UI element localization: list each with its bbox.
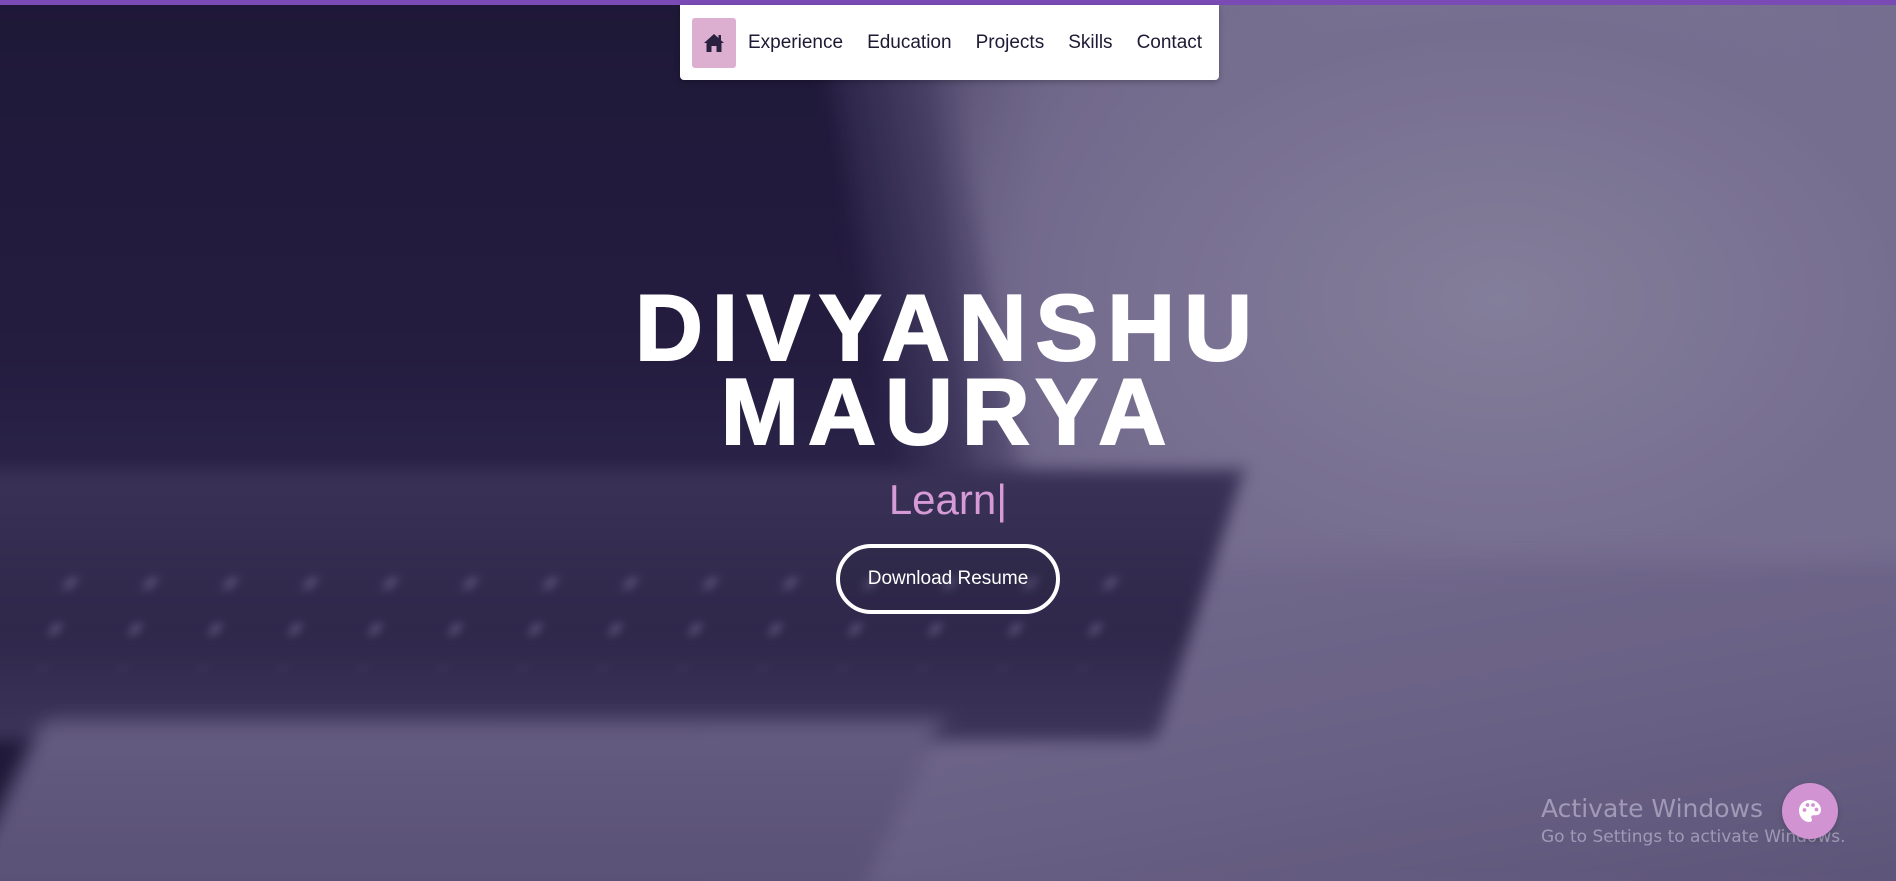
theme-toggle-button[interactable] — [1782, 783, 1838, 839]
hero-name-last: MAURYA — [720, 359, 1176, 464]
nav-link-contact[interactable]: Contact — [1137, 32, 1202, 54]
home-button[interactable] — [692, 17, 736, 68]
home-icon — [704, 33, 724, 52]
typed-role-text: Learn| — [0, 476, 1896, 524]
palette-icon — [1799, 800, 1821, 822]
typed-text: Learn — [888, 476, 997, 523]
nav-link-education[interactable]: Education — [867, 32, 952, 54]
nav-link-projects[interactable]: Projects — [976, 32, 1045, 54]
download-resume-button[interactable]: Download Resume — [836, 544, 1060, 614]
nav-link-skills[interactable]: Skills — [1068, 32, 1112, 54]
hero-section: DIVYANSHU MAURYA Learn| Download Resume — [0, 280, 1896, 614]
typed-cursor: | — [996, 476, 1008, 523]
main-navbar: Experience Education Projects Skills Con… — [680, 5, 1219, 80]
nav-link-experience[interactable]: Experience — [748, 32, 843, 54]
hero-name: DIVYANSHU MAURYA — [0, 280, 1896, 460]
